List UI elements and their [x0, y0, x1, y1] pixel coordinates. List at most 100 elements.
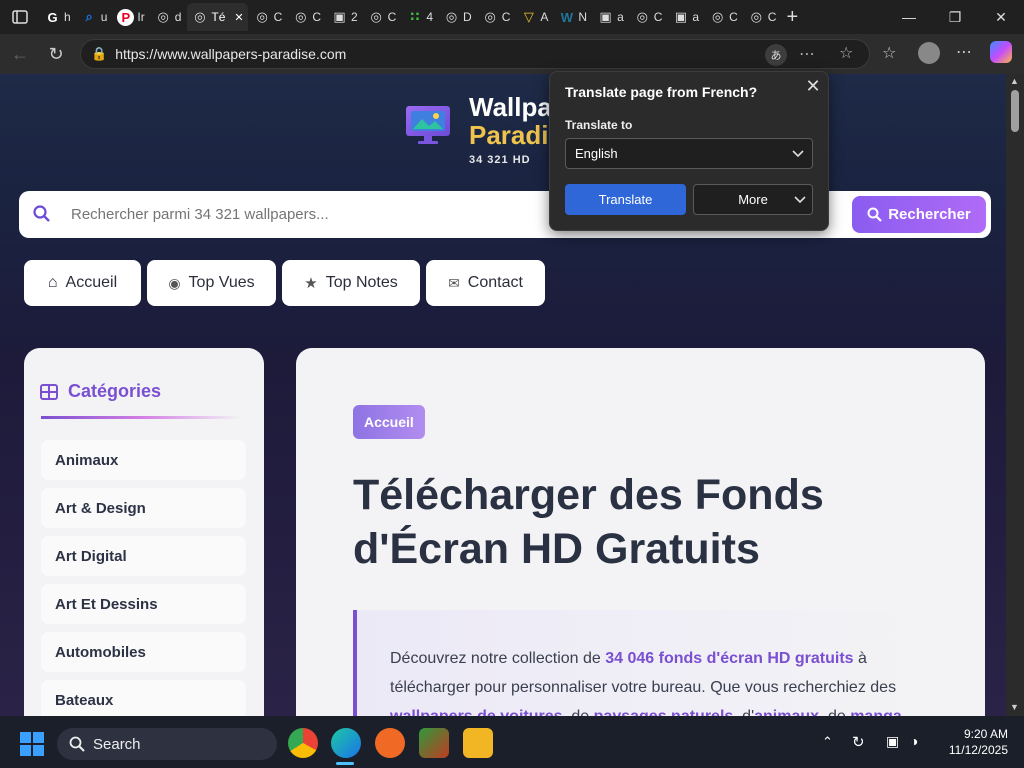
settings-more-icon[interactable]: ⋯ — [956, 42, 972, 62]
nav-contact[interactable]: ✉ Contact — [426, 260, 545, 306]
app-icon[interactable] — [419, 728, 449, 758]
page-title: Télécharger des Fonds d'Écran HD Gratuit… — [353, 471, 824, 573]
language-select[interactable]: English — [565, 138, 813, 169]
intro-link[interactable]: manga — [850, 708, 902, 716]
display-icon[interactable]: ▣ — [886, 733, 899, 750]
new-tab-button[interactable]: + — [786, 6, 798, 29]
intro-link[interactable]: animaux — [754, 708, 819, 716]
copilot-icon[interactable] — [990, 41, 1012, 63]
scroll-up-icon[interactable]: ▲ — [1010, 76, 1019, 86]
edge-icon[interactable] — [331, 728, 361, 758]
intro-link[interactable]: paysages naturels — [594, 708, 734, 716]
site-search-bar — [19, 191, 991, 238]
browser-tab[interactable]: ▣ a — [668, 3, 703, 31]
nav-top-vues[interactable]: ◉ Top Vues — [147, 260, 276, 306]
tab-title: 2 — [350, 10, 358, 24]
refresh-button[interactable]: ↻ — [38, 36, 74, 72]
tab-actions-icon — [12, 10, 28, 24]
intro-link[interactable]: wallpapers de voitures — [390, 708, 563, 716]
tab-title: C — [767, 10, 777, 24]
globe-icon: ◎ — [711, 9, 724, 24]
vue-icon: ▽ — [523, 9, 534, 24]
tab-actions-button[interactable] — [0, 0, 40, 34]
category-item[interactable]: Art Digital — [41, 536, 246, 576]
favorite-star-icon[interactable]: ☆ — [839, 43, 853, 63]
browser-tab[interactable]: ▽ A — [516, 3, 552, 31]
nav-accueil[interactable]: ⌂ Accueil — [24, 260, 141, 306]
more-button[interactable]: More — [693, 184, 813, 215]
intro-box: Découvrez notre collection de 34 046 fon… — [353, 610, 929, 716]
puzzle-icon: ▣ — [333, 9, 346, 24]
globe-icon: ◎ — [484, 9, 496, 24]
browser-tab[interactable]: P Ir — [113, 3, 148, 31]
browser-tab[interactable]: ◎ C — [705, 3, 742, 31]
browser-tab[interactable]: ◎ C — [364, 3, 401, 31]
browser-tab[interactable]: ◎ D — [439, 3, 476, 31]
search-icon — [867, 207, 882, 222]
translate-to-label: Translate to — [565, 118, 633, 132]
brand-name-line1[interactable]: Wallpa — [469, 93, 552, 121]
chevron-down-icon — [792, 150, 804, 158]
restore-button[interactable]: ❐ — [932, 0, 978, 34]
search-button[interactable]: Rechercher — [852, 196, 986, 233]
active-app-indicator — [336, 762, 354, 765]
browser-tab[interactable]: WN — [554, 3, 591, 31]
home-icon: ⌂ — [47, 274, 58, 291]
browser-tab[interactable]: ◎ C — [630, 3, 667, 31]
categories-heading: Catégories — [40, 381, 161, 402]
translate-button[interactable]: Translate — [565, 184, 686, 215]
site-search-input[interactable] — [71, 191, 571, 238]
taskbar-search[interactable]: Search — [57, 728, 277, 760]
tab-title: C — [501, 10, 511, 24]
browser-tab[interactable]: ⌕ u — [77, 3, 112, 31]
categories-sidebar: Catégories Animaux Art & Design Art Digi… — [24, 348, 264, 716]
browser-tab[interactable]: ◎ Té ✕ — [187, 3, 248, 31]
browser-tab[interactable]: ▣ 2 — [327, 3, 362, 31]
address-bar[interactable]: 🔒 https://www.wallpapers-paradise.com あ … — [80, 39, 870, 69]
intro-highlight[interactable]: 34 046 fonds d'écran HD gratuits — [605, 650, 853, 667]
vlc-icon[interactable] — [375, 728, 405, 758]
translate-popup-title: Translate page from French? — [565, 84, 758, 100]
browser-tab[interactable]: ∷ 4 — [402, 3, 437, 31]
minimize-button[interactable]: — — [886, 0, 932, 34]
browser-tab[interactable]: ▣ a — [593, 3, 628, 31]
network-icon[interactable]: ◑ — [910, 733, 918, 749]
nav-top-notes[interactable]: ★ Top Notes — [282, 260, 420, 306]
category-item[interactable]: Animaux — [41, 440, 246, 480]
file-explorer-icon[interactable] — [463, 728, 493, 758]
search-icon — [33, 205, 50, 222]
close-icon[interactable]: ✕ — [803, 76, 823, 96]
intro-text: Découvrez notre collection de 34 046 fon… — [390, 644, 910, 716]
breadcrumb[interactable]: Accueil — [353, 405, 425, 439]
chevron-up-icon[interactable]: ⌃ — [822, 734, 833, 750]
more-page-actions-icon[interactable]: ⋯ — [799, 44, 815, 64]
site-info-icon[interactable]: 🔒 — [91, 46, 107, 62]
taskbar-clock[interactable]: 9:20 AM 11/12/2025 — [928, 726, 1008, 758]
category-item[interactable]: Automobiles — [41, 632, 246, 672]
browser-tab[interactable]: ◎ C — [744, 3, 781, 31]
browser-tab[interactable]: Gh — [40, 3, 75, 31]
category-item[interactable]: Bateaux — [41, 680, 246, 716]
taskbar-search-label: Search — [93, 735, 141, 753]
close-window-button[interactable]: ✕ — [978, 0, 1024, 34]
profile-avatar[interactable] — [918, 42, 940, 64]
chrome-icon[interactable] — [288, 728, 318, 758]
category-item[interactable]: Art & Design — [41, 488, 246, 528]
scrollbar-thumb[interactable] — [1011, 90, 1019, 132]
browser-tab[interactable]: ◎ d — [151, 3, 186, 31]
favorites-icon[interactable]: ☆ — [882, 43, 896, 63]
category-item[interactable]: Art Et Dessins — [41, 584, 246, 624]
close-tab-icon[interactable]: ✕ — [234, 11, 243, 24]
url-text[interactable]: https://www.wallpapers-paradise.com — [115, 46, 346, 62]
sync-icon[interactable]: ↻ — [852, 733, 865, 751]
browser-tab[interactable]: ◎ C — [250, 3, 287, 31]
translate-icon[interactable]: あ — [765, 44, 787, 66]
start-button[interactable] — [20, 732, 44, 756]
browser-tab[interactable]: ◎ C — [478, 3, 515, 31]
google-icon: G — [47, 9, 58, 25]
browser-tab[interactable]: ◎ C — [288, 3, 325, 31]
back-button[interactable]: ← — [2, 36, 38, 72]
page-scrollbar[interactable]: ▲ ▼ — [1006, 74, 1024, 716]
tab-title: a — [617, 10, 624, 24]
scroll-down-icon[interactable]: ▼ — [1010, 702, 1019, 712]
